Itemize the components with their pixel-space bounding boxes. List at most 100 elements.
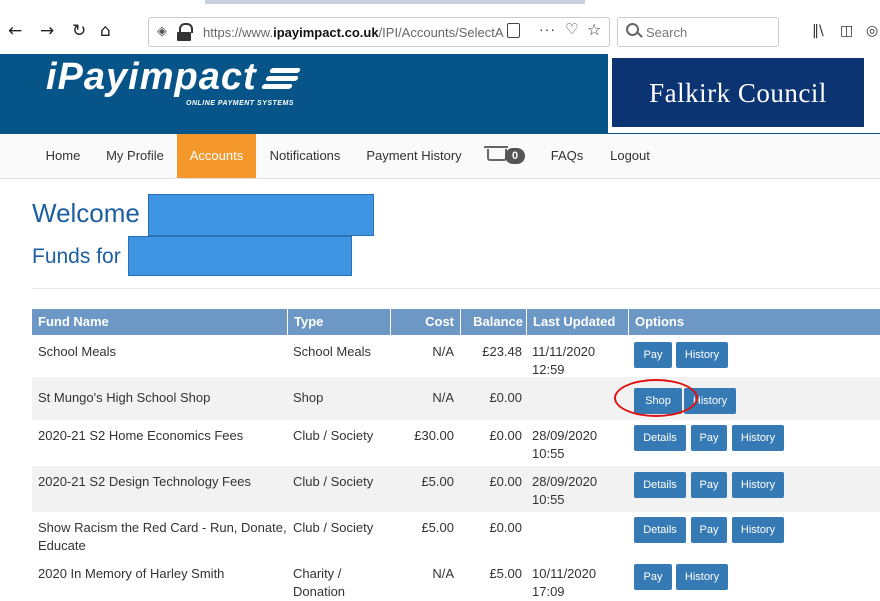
table-row: 2020-21 S2 Home Economics Fees Club / So… <box>32 420 880 466</box>
shield-icon[interactable]: ◈ <box>157 24 167 39</box>
bookmark-star-icon[interactable]: ☆ <box>587 20 601 39</box>
history-button[interactable]: History <box>732 425 784 451</box>
details-button[interactable]: Details <box>634 425 686 451</box>
basket-icon[interactable] <box>484 146 508 161</box>
last-updated-time: 10:55 <box>532 492 565 507</box>
reader-view-icon[interactable] <box>507 23 520 38</box>
history-button[interactable]: History <box>732 517 784 543</box>
history-button[interactable]: History <box>676 564 728 590</box>
pay-button[interactable]: Pay <box>634 564 672 590</box>
account-icon[interactable]: ◎ <box>866 23 878 39</box>
fund-balance: £0.00 <box>489 390 522 405</box>
table-row: Show Racism the Red Card - Run, Donate, … <box>32 512 880 558</box>
fund-cost: N/A <box>432 390 454 405</box>
fund-name: 2020 In Memory of Harley Smith <box>38 566 225 581</box>
welcome-heading: Welcome <box>32 198 140 228</box>
fund-type-line2: Donation <box>293 584 346 599</box>
fund-cost: £30.00 <box>414 428 454 443</box>
fund-type: Charity / <box>293 566 342 581</box>
fund-type: Club / Society <box>293 520 374 535</box>
table-row: School Meals School Meals N/A £23.48 11/… <box>32 335 880 377</box>
fund-balance: £0.00 <box>489 428 522 443</box>
fund-name: 2020-21 S2 Home Economics Fees <box>38 428 244 443</box>
details-button[interactable]: Details <box>634 517 686 543</box>
redacted-account-box <box>128 236 352 276</box>
council-name: Falkirk Council <box>649 78 827 108</box>
history-button[interactable]: History <box>676 342 728 368</box>
table-row: St Mungo's High School Shop Shop N/A £0.… <box>32 377 880 420</box>
fund-cost: £5.00 <box>421 520 454 535</box>
search-icon <box>626 23 639 36</box>
pay-button[interactable]: Pay <box>691 472 727 498</box>
fund-name: St Mungo's High School Shop <box>38 390 211 405</box>
site-header: iPayimpact ONLINE PAYMENT SYSTEMS Falkir… <box>0 54 880 134</box>
fund-name: School Meals <box>38 344 117 359</box>
last-updated-time: 10:55 <box>532 446 565 461</box>
table-row: 2020-21 S2 Design Technology Fees Club /… <box>32 466 880 512</box>
tab-strip-edge <box>205 0 585 4</box>
logo-swoosh-icon <box>261 64 306 100</box>
search-input[interactable]: Search <box>617 17 779 47</box>
nav-notifications[interactable]: Notifications <box>264 134 346 178</box>
pay-button[interactable]: Pay <box>691 425 727 451</box>
last-updated-date: 11/11/2020 <box>532 344 596 359</box>
fund-balance: £23.48 <box>482 344 522 359</box>
table-row: 2020 In Memory of Harley Smith Charity /… <box>32 558 880 599</box>
col-options: Options <box>628 309 880 335</box>
library-icon[interactable]: ‖\ <box>812 23 824 39</box>
basket-count-badge[interactable]: 0 <box>505 148 525 164</box>
nav-faqs[interactable]: FAQs <box>544 134 590 178</box>
funds-for-heading: Funds for <box>32 245 121 268</box>
fund-type: School Meals <box>293 344 372 359</box>
browser-toolbar: ← → ↻ ⌂ ◈ https://www.ipayimpact.co.uk/I… <box>0 0 880 54</box>
sidebar-icon[interactable]: ◫ <box>840 23 853 39</box>
last-updated-date: 10/11/2020 <box>532 566 597 581</box>
funds-table-header: Fund Name Type Cost Balance Last Updated… <box>32 309 880 335</box>
search-placeholder: Search <box>646 25 688 40</box>
col-balance: Balance <box>460 309 526 335</box>
col-type: Type <box>287 309 390 335</box>
fund-type: Shop <box>293 390 324 405</box>
nav-home[interactable]: Home <box>36 134 90 178</box>
home-icon[interactable]: ⌂ <box>100 22 111 40</box>
fund-type: Club / Society <box>293 428 374 443</box>
last-updated-date: 28/09/2020 <box>532 428 598 443</box>
nav-logout[interactable]: Logout <box>604 134 656 178</box>
fund-balance: £0.00 <box>489 520 522 535</box>
logo-tagline: ONLINE PAYMENT SYSTEMS <box>186 100 294 107</box>
page-actions-icon[interactable]: ··· <box>539 21 556 37</box>
col-cost: Cost <box>390 309 460 335</box>
fund-balance: £0.00 <box>489 474 522 489</box>
fund-name-line2: Educate <box>38 538 86 553</box>
last-updated-date: 28/09/2020 <box>532 474 598 489</box>
fund-name: 2020-21 S2 Design Technology Fees <box>38 474 251 489</box>
main-nav: Home My Profile Accounts Notifications P… <box>0 134 880 179</box>
reload-icon[interactable]: ↻ <box>72 22 86 40</box>
details-button[interactable]: Details <box>634 472 686 498</box>
url-text[interactable]: https://www.ipayimpact.co.uk/IPI/Account… <box>203 25 504 40</box>
pay-button[interactable]: Pay <box>691 517 727 543</box>
nav-payment-history[interactable]: Payment History <box>361 134 467 178</box>
ipayimpact-logo[interactable]: iPayimpact <box>46 56 257 99</box>
fund-balance: £5.00 <box>489 566 522 581</box>
address-bar[interactable]: ◈ https://www.ipayimpact.co.uk/IPI/Accou… <box>148 17 610 47</box>
fund-cost: £5.00 <box>421 474 454 489</box>
fund-cost: N/A <box>432 344 454 359</box>
fund-cost: N/A <box>432 566 454 581</box>
lock-icon[interactable] <box>177 23 193 41</box>
highlight-circle <box>614 379 698 417</box>
section-divider <box>32 288 880 289</box>
col-last-updated: Last Updated <box>526 309 628 335</box>
council-logo: Falkirk Council <box>608 54 880 133</box>
last-updated-time: 17:09 <box>532 584 565 599</box>
nav-my-profile[interactable]: My Profile <box>100 134 170 178</box>
back-icon[interactable]: ← <box>8 22 22 40</box>
fund-type: Club / Society <box>293 474 374 489</box>
fund-name: Show Racism the Red Card - Run, Donate, <box>38 520 287 535</box>
col-fund-name: Fund Name <box>38 314 109 329</box>
pay-button[interactable]: Pay <box>634 342 672 368</box>
history-button[interactable]: History <box>732 472 784 498</box>
pocket-icon[interactable]: ♡ <box>565 20 578 38</box>
forward-icon[interactable]: → <box>40 22 54 40</box>
nav-accounts[interactable]: Accounts <box>177 134 256 178</box>
